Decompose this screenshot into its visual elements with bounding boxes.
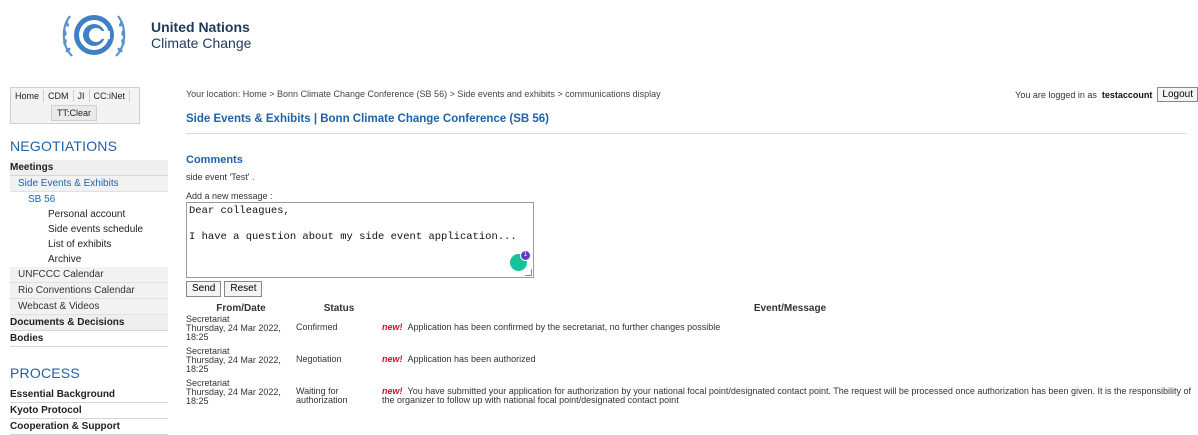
sidebar-item-essential-background[interactable]: Essential Background — [10, 387, 168, 403]
add-message-label: Add a new message : — [186, 191, 273, 201]
new-badge: new! — [382, 322, 403, 332]
message-textarea[interactable]: Dear colleagues, I have a question about… — [186, 202, 534, 278]
title-divider — [186, 133, 1186, 134]
side-event-name: side event 'Test' . — [186, 172, 255, 182]
row-time: 18:25 — [186, 396, 209, 406]
from-date-cell: Secretariat Thursday, 24 Mar 2022, 18:25 — [186, 379, 296, 411]
message-cell: new! You have submitted your application … — [382, 379, 1198, 411]
tab-cc-inet[interactable]: CC:iNet — [90, 90, 131, 102]
sidebar-item-webcast[interactable]: Webcast & Videos — [10, 299, 168, 315]
row-time: 18:25 — [186, 332, 209, 342]
grammarly-badge: 1 — [520, 250, 531, 261]
negotiations-title[interactable]: NEGOTIATIONS — [10, 138, 168, 154]
un-climate-change-logo[interactable] — [58, 6, 130, 64]
tab-tt-clear[interactable]: TT:Clear — [51, 105, 98, 121]
status-cell: Confirmed — [296, 322, 338, 332]
status-cell: Negotiation — [296, 354, 342, 364]
login-prefix: You are logged in as — [1015, 89, 1097, 100]
sidebar-item-bodies[interactable]: Bodies — [10, 331, 168, 347]
sidebar-item-personal-account[interactable]: Personal account — [10, 207, 168, 222]
sidebar-item-side-events[interactable]: Side Events & Exhibits — [10, 176, 168, 192]
row-message: Application has been confirmed by the se… — [407, 322, 721, 332]
system-tabs: Home CDM JI CC:iNet TT:Clear — [10, 87, 140, 124]
sidebar-item-list-of-exhibits[interactable]: List of exhibits — [10, 237, 168, 252]
send-button[interactable]: Send — [186, 281, 222, 297]
brand-line-2: Climate Change — [151, 35, 252, 51]
header-status: Status — [323, 303, 355, 314]
login-status: You are logged in as testaccount Logout — [1015, 87, 1198, 102]
row-time: 18:25 — [186, 364, 209, 374]
login-user: testaccount — [1101, 89, 1153, 100]
row-message: You have submitted your application for … — [382, 386, 1192, 405]
main-content: Your location: Home > Bonn Climate Chang… — [186, 87, 1198, 411]
message-cell: new! Application has been authorized — [382, 347, 1198, 379]
brand-line-1: United Nations — [151, 19, 250, 35]
sidebar-item-meetings[interactable]: Meetings — [10, 160, 168, 176]
logout-button[interactable]: Logout — [1157, 87, 1198, 102]
from-date-cell: Secretariat Thursday, 24 Mar 2022, 18:25 — [186, 347, 296, 379]
page-title: Side Events & Exhibits | Bonn Climate Ch… — [186, 113, 549, 125]
message-cell: new! Application has been confirmed by th… — [382, 315, 1198, 347]
row-message: Application has been authorized — [407, 354, 536, 364]
table-row: Secretariat Thursday, 24 Mar 2022, 18:25… — [186, 315, 1198, 347]
message-text: Dear colleagues, I have a question about… — [189, 205, 517, 243]
sidebar-item-documents[interactable]: Documents & Decisions — [10, 315, 168, 331]
status-cell: Waiting for authorization — [296, 386, 348, 405]
sidebar-item-unfccc-calendar[interactable]: UNFCCC Calendar — [10, 267, 168, 283]
resize-grip-icon[interactable] — [525, 269, 532, 276]
tab-cdm[interactable]: CDM — [44, 90, 74, 102]
sidebar-item-sb56[interactable]: SB 56 — [10, 192, 168, 207]
reset-button[interactable]: Reset — [224, 281, 263, 297]
breadcrumb[interactable]: Your location: Home > Bonn Climate Chang… — [186, 89, 661, 99]
breadcrumb-row: Your location: Home > Bonn Climate Chang… — [186, 87, 1198, 103]
table-row: Secretariat Thursday, 24 Mar 2022, 18:25… — [186, 347, 1198, 379]
from-date-cell: Secretariat Thursday, 24 Mar 2022, 18:25 — [186, 315, 296, 347]
comments-title: Comments — [186, 154, 243, 166]
table-row: Secretariat Thursday, 24 Mar 2022, 18:25… — [186, 379, 1198, 411]
sidebar-item-archive[interactable]: Archive — [10, 252, 168, 267]
messages-table: From/Date Status Event/Message Secretari… — [186, 303, 1198, 411]
sidebar-item-cooperation-support[interactable]: Cooperation & Support — [10, 419, 168, 435]
form-buttons: Send Reset — [186, 281, 1198, 297]
new-badge: new! — [382, 354, 403, 364]
header-event-message: Event/Message — [753, 303, 827, 314]
process-title[interactable]: PROCESS — [10, 365, 168, 381]
sidebar-item-kyoto-protocol[interactable]: Kyoto Protocol — [10, 403, 168, 419]
tab-home[interactable]: Home — [11, 90, 45, 102]
sidebar-item-rio-calendar[interactable]: Rio Conventions Calendar — [10, 283, 168, 299]
brand-text: United Nations Climate Change — [151, 19, 251, 51]
tab-ji[interactable]: JI — [74, 90, 90, 102]
site-header: United Nations Climate Change — [0, 0, 1198, 80]
sidebar-item-side-events-schedule[interactable]: Side events schedule — [10, 222, 168, 237]
sidebar: Home CDM JI CC:iNet TT:Clear NEGOTIATION… — [10, 87, 168, 435]
